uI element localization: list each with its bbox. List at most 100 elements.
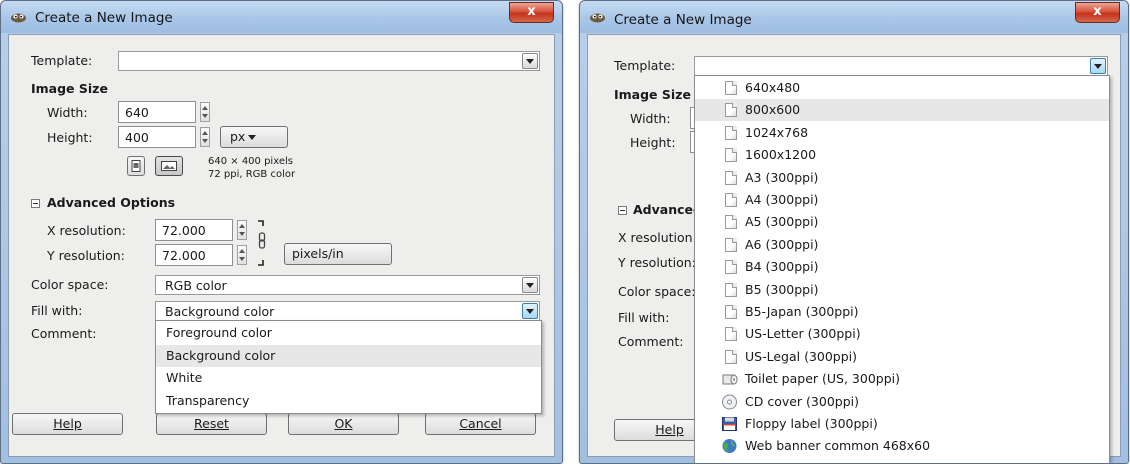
width-label: Width:: [47, 105, 88, 120]
fill-with-combo[interactable]: Background color: [155, 301, 540, 321]
fill-option[interactable]: White: [156, 367, 541, 389]
template-option[interactable]: B5-Japan (300ppi): [695, 301, 1109, 323]
template-option-label: CD cover (300ppi): [745, 393, 860, 409]
fill-option-label: Background color: [166, 347, 276, 363]
y-resolution-label: Y resolution:: [47, 248, 125, 263]
ok-button[interactable]: OK: [288, 413, 399, 435]
fill-with-dropdown: Foreground color Background color White Tra…: [155, 320, 542, 414]
help-label: Help: [53, 416, 82, 431]
template-option[interactable]: 800x600: [695, 99, 1109, 122]
chevron-down-icon[interactable]: [522, 303, 538, 319]
advanced-options-heading[interactable]: Advanced Options: [47, 195, 175, 210]
landscape-icon: [161, 161, 177, 171]
height-label: Height:: [47, 130, 93, 145]
template-option-label: A3 (300ppi): [745, 169, 819, 185]
template-option[interactable]: 1600x1200: [695, 144, 1109, 166]
size-info-resolution: 72 ppi, RGB color: [208, 169, 296, 180]
x-resolution-spinner[interactable]: [237, 220, 247, 240]
color-space-label: Color space:: [31, 277, 109, 292]
template-option[interactable]: A5 (300ppi): [695, 211, 1109, 233]
template-option[interactable]: CD cover (300ppi): [695, 391, 1109, 413]
y-resolution-spinner[interactable]: [237, 245, 247, 265]
document-icon: [725, 125, 737, 140]
size-info-pixels: 640 × 400 pixels: [208, 156, 293, 167]
document-icon: [725, 148, 737, 163]
resolution-unit-button[interactable]: pixels/in: [284, 243, 392, 265]
y-resolution-value: 72.000: [162, 248, 206, 263]
document-icon: [725, 237, 737, 252]
document-icon: [725, 327, 737, 342]
fill-option-label: Transparency: [166, 392, 250, 408]
fill-option[interactable]: Background color: [156, 344, 541, 367]
fill-option-label: White: [166, 370, 203, 385]
template-option-label: 800x600: [745, 102, 801, 118]
template-option-label: 640x480: [745, 80, 801, 95]
floppy-icon: [722, 417, 737, 431]
y-resolution-input[interactable]: 72.000: [155, 244, 233, 266]
fill-option[interactable]: Transparency: [156, 390, 541, 412]
height-input[interactable]: 400: [118, 126, 196, 148]
template-combo[interactable]: [694, 56, 1108, 76]
comment-label: Comment:: [618, 334, 684, 349]
cancel-label: Cancel: [459, 416, 502, 431]
color-space-label: Color space:: [618, 284, 696, 299]
width-input[interactable]: 640: [118, 101, 196, 123]
help-button[interactable]: Help: [12, 413, 123, 435]
color-space-value: RGB color: [165, 278, 227, 293]
fill-with-label: Fill with:: [618, 310, 670, 325]
chevron-down-icon: [248, 135, 256, 140]
collapse-icon[interactable]: [31, 199, 40, 208]
y-resolution-label: Y resolution:: [618, 255, 696, 270]
template-option-label: Web banner common 468x60: [745, 438, 931, 454]
template-option-label: US-Letter (300ppi): [745, 326, 861, 342]
cancel-button[interactable]: Cancel: [425, 413, 536, 435]
template-option[interactable]: 640x480: [695, 77, 1109, 99]
document-icon: [725, 215, 737, 230]
template-option[interactable]: US-Legal (300ppi): [695, 346, 1109, 368]
height-spinner[interactable]: [200, 127, 210, 147]
portrait-icon: [131, 160, 141, 172]
template-option-label: B4 (300ppi): [745, 259, 819, 275]
portrait-button[interactable]: [127, 156, 145, 176]
template-option[interactable]: Web banner common 468x60: [695, 435, 1109, 457]
template-option[interactable]: B4 (300ppi): [695, 256, 1109, 278]
color-space-combo[interactable]: RGB color: [155, 275, 540, 295]
collapse-icon[interactable]: [618, 206, 627, 215]
template-option[interactable]: US-Letter (300ppi): [695, 323, 1109, 345]
close-button[interactable]: x: [509, 2, 554, 23]
advanced-options-heading[interactable]: Advanced: [633, 202, 702, 217]
dialog-body: Template: Image Size Width: Height: Adva…: [587, 34, 1121, 463]
template-option[interactable]: A3 (300ppi): [695, 167, 1109, 189]
reset-button[interactable]: Reset: [156, 413, 267, 435]
height-value: 400: [125, 130, 149, 145]
chevron-down-icon[interactable]: [522, 277, 538, 293]
template-combo[interactable]: [118, 51, 540, 71]
template-option[interactable]: Floppy label (300ppi): [695, 413, 1109, 435]
width-value: 640: [125, 105, 149, 120]
unit-label: px: [230, 129, 246, 144]
chevron-down-icon[interactable]: [522, 53, 538, 69]
title-bar[interactable]: Create a New Image x: [1, 1, 562, 33]
chain-link-icon[interactable]: [256, 220, 268, 266]
landscape-button[interactable]: [155, 156, 183, 176]
unit-menu-button[interactable]: px: [220, 126, 288, 148]
template-option[interactable]: Toilet paper (US, 300ppi): [695, 368, 1109, 390]
gimp-app-icon: [11, 13, 26, 23]
template-option[interactable]: 1024x768: [695, 122, 1109, 144]
template-option[interactable]: A4 (300ppi): [695, 189, 1109, 211]
template-option[interactable]: A6 (300ppi): [695, 234, 1109, 256]
create-image-dialog-right: Create a New Image x Template: Image Siz…: [579, 0, 1129, 464]
help-label: Help: [655, 422, 684, 437]
width-spinner[interactable]: [200, 102, 210, 122]
x-resolution-input[interactable]: 72.000: [155, 219, 233, 241]
document-icon: [725, 305, 737, 319]
close-button[interactable]: x: [1075, 2, 1120, 23]
chevron-down-icon[interactable]: [1090, 58, 1106, 74]
template-option[interactable]: B5 (300ppi): [695, 279, 1109, 301]
fill-with-value: Background color: [165, 304, 275, 319]
template-label: Template:: [614, 58, 676, 73]
fill-option[interactable]: Foreground color: [156, 322, 541, 344]
title-bar[interactable]: Create a New Image x: [580, 1, 1128, 33]
ok-label: OK: [334, 416, 353, 431]
comment-label: Comment:: [31, 326, 97, 341]
